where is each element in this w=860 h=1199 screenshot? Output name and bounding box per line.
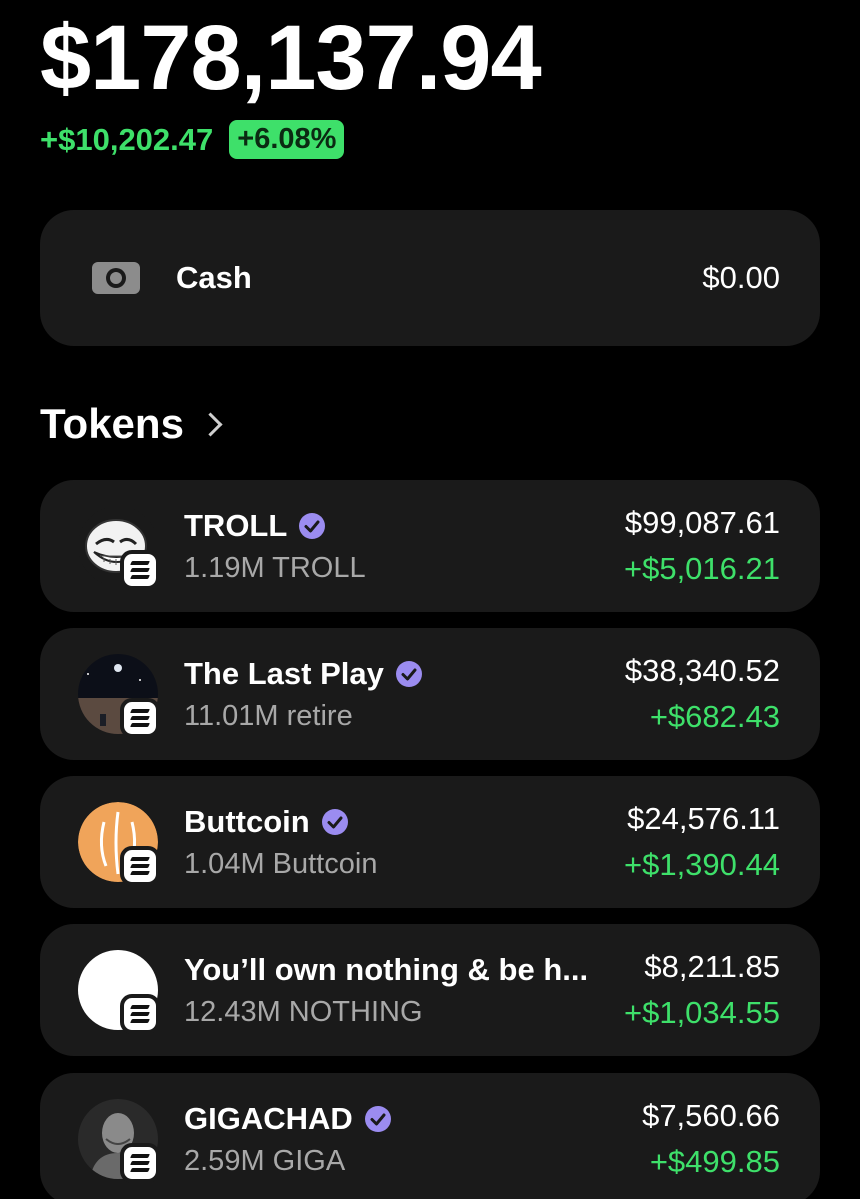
token-avatar — [78, 506, 160, 590]
token-name: The Last Play — [184, 655, 384, 691]
cash-value: $0.00 — [702, 260, 780, 295]
token-avatar — [78, 654, 160, 738]
token-change: +$5,016.21 — [623, 551, 780, 586]
token-value: $7,560.66 — [642, 1098, 780, 1133]
token-value: $24,576.11 — [627, 801, 780, 836]
token-row-the-last-play[interactable]: The Last Play 11.01M retire $38,340.52 +… — [40, 628, 820, 760]
cash-label: Cash — [176, 260, 252, 295]
token-value: $8,211.85 — [644, 949, 780, 984]
token-row-nothing[interactable]: You’ll own nothing & be h... 12.43M NOTH… — [40, 924, 820, 1056]
solana-chain-icon — [120, 698, 160, 738]
token-name: You’ll own nothing & be h... — [184, 951, 589, 987]
token-info: GIGACHAD 2.59M GIGA — [184, 1101, 642, 1178]
token-values: $7,560.66 +$499.85 — [642, 1098, 780, 1180]
token-values: $99,087.61 +$5,016.21 — [624, 505, 780, 587]
verified-icon — [364, 1105, 391, 1132]
token-values: $38,340.52 +$682.43 — [625, 653, 780, 735]
token-row-gigachad[interactable]: GIGACHAD 2.59M GIGA $7,560.66 +$499.85 — [40, 1073, 820, 1199]
portfolio-change-row: +$10,202.47 +6.08% — [40, 120, 345, 159]
verified-icon — [395, 660, 422, 687]
token-avatar — [78, 802, 160, 886]
token-row-buttcoin[interactable]: Buttcoin 1.04M Buttcoin $24,576.11 +$1,3… — [40, 776, 820, 908]
token-values: $8,211.85 +$1,034.55 — [624, 949, 780, 1031]
cash-card[interactable]: Cash $0.00 — [40, 210, 820, 346]
token-value: $38,340.52 — [624, 653, 780, 688]
chevron-right-icon — [198, 411, 223, 437]
cash-icon — [92, 262, 140, 294]
token-change: +$682.43 — [649, 699, 780, 734]
portfolio-balance: $178,137.94 — [40, 7, 542, 109]
token-row-troll[interactable]: TROLL 1.19M TROLL $99,087.61 +$5,016.21 — [40, 480, 820, 612]
verified-icon — [321, 808, 348, 835]
token-amount: 11.01M retire — [184, 699, 353, 732]
token-avatar — [78, 950, 160, 1034]
token-change: +$499.85 — [649, 1144, 780, 1179]
token-amount: 2.59M GIGA — [184, 1144, 346, 1177]
portfolio-change-amount: +$10,202.47 — [40, 121, 214, 157]
solana-chain-icon — [120, 994, 160, 1034]
solana-chain-icon — [120, 1143, 160, 1183]
token-amount: 1.04M Buttcoin — [184, 847, 378, 880]
token-name: TROLL — [184, 507, 288, 543]
token-name: GIGACHAD — [184, 1100, 353, 1136]
verified-icon — [299, 512, 326, 539]
token-value: $99,087.61 — [624, 505, 780, 540]
token-change: +$1,390.44 — [623, 847, 780, 882]
token-amount: 12.43M NOTHING — [184, 995, 423, 1028]
token-avatar — [78, 1099, 160, 1183]
token-info: TROLL 1.19M TROLL — [184, 508, 624, 585]
token-info: The Last Play 11.01M retire — [184, 656, 625, 733]
token-info: Buttcoin 1.04M Buttcoin — [184, 804, 624, 881]
portfolio-change-percent-badge: +6.08% — [229, 120, 345, 159]
tokens-section-header[interactable]: Tokens — [40, 400, 223, 448]
token-name: Buttcoin — [184, 803, 310, 839]
solana-chain-icon — [120, 550, 160, 590]
token-info: You’ll own nothing & be h... 12.43M NOTH… — [184, 952, 624, 1029]
token-values: $24,576.11 +$1,390.44 — [624, 801, 780, 883]
solana-chain-icon — [120, 846, 160, 886]
tokens-title: Tokens — [40, 400, 184, 447]
token-change: +$1,034.55 — [623, 995, 780, 1030]
token-amount: 1.19M TROLL — [184, 551, 366, 584]
